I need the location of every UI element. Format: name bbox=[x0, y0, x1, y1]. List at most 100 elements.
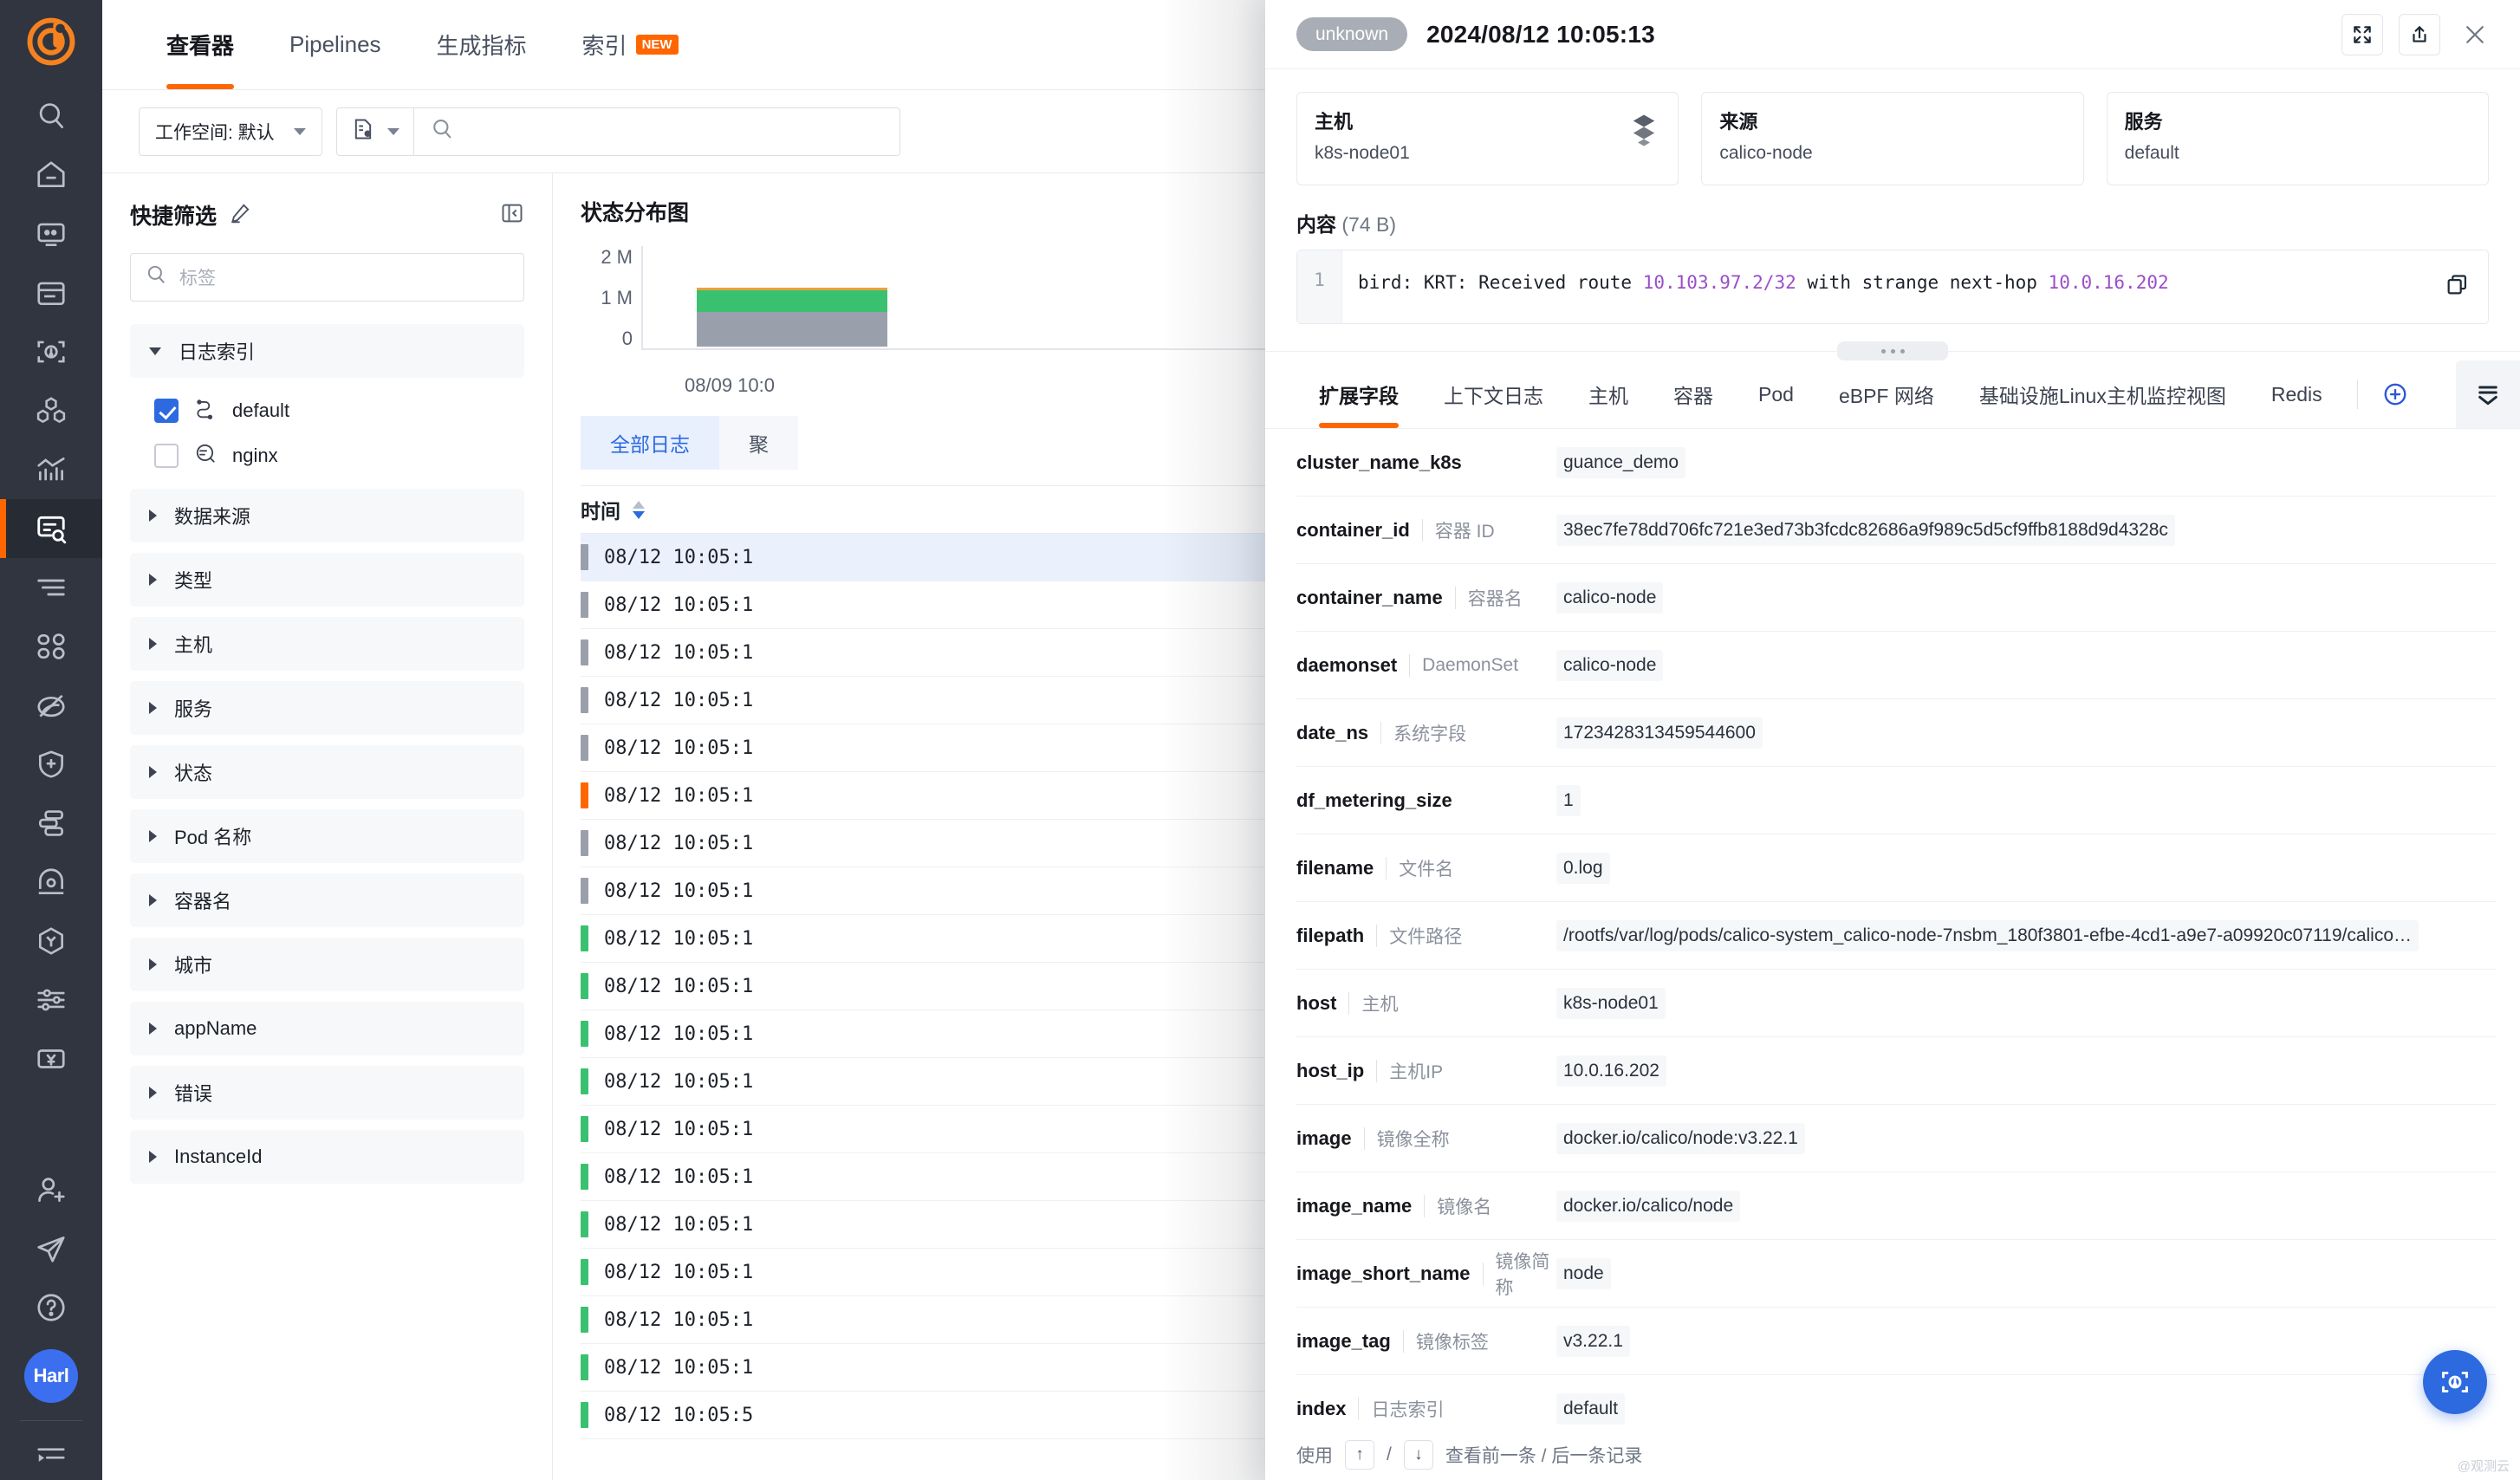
tab-generate-metrics[interactable]: 生成指标 bbox=[409, 0, 555, 89]
field-row[interactable]: filepath 文件路径/rootfs/var/log/pods/calico-… bbox=[1296, 902, 2496, 970]
close-button[interactable] bbox=[2456, 16, 2494, 54]
field-value[interactable]: docker.io/calico/node:v3.22.1 bbox=[1556, 1122, 1805, 1154]
filter-group-8[interactable]: appName bbox=[130, 1002, 524, 1055]
field-value[interactable]: guance_demo bbox=[1556, 446, 1686, 478]
rail-item-metrics[interactable] bbox=[0, 440, 102, 499]
field-row[interactable]: host 主机 k8s-node01 bbox=[1296, 970, 2496, 1038]
sort-toggle[interactable] bbox=[633, 500, 645, 519]
tab-aggregate[interactable]: 聚 bbox=[719, 416, 798, 470]
add-circle-icon[interactable] bbox=[2370, 381, 2420, 407]
filter-group-5[interactable]: Pod 名称 bbox=[130, 809, 524, 863]
field-value[interactable]: 1723428313459544600 bbox=[1556, 717, 1763, 749]
workspace-select[interactable]: 工作空间: 默认 bbox=[139, 107, 322, 156]
field-value[interactable]: 1 bbox=[1556, 784, 1581, 816]
tab-all-logs[interactable]: 全部日志 bbox=[581, 416, 719, 470]
rail-item-infrastructure[interactable] bbox=[0, 381, 102, 440]
field-value[interactable]: 10.0.16.202 bbox=[1556, 1055, 1666, 1087]
rail-item-integrations[interactable] bbox=[0, 912, 102, 970]
field-value[interactable]: /rootfs/var/log/pods/calico-system_calic… bbox=[1556, 919, 2419, 951]
copy-icon[interactable] bbox=[2438, 266, 2476, 304]
tag-search-input[interactable]: 标签 bbox=[130, 253, 524, 302]
field-row[interactable]: image_short_name 镜像简称 node bbox=[1296, 1240, 2496, 1308]
tab-pod[interactable]: Pod bbox=[1736, 360, 1816, 428]
rail-item-pipelines[interactable] bbox=[0, 794, 102, 853]
filter-group-log-index[interactable]: 日志索引 bbox=[130, 324, 524, 378]
filter-item-default[interactable]: default bbox=[130, 388, 524, 433]
search-input[interactable] bbox=[414, 108, 900, 155]
tab-context-logs[interactable]: 上下文日志 bbox=[1421, 360, 1566, 428]
tab-ebpf-network[interactable]: eBPF 网络 bbox=[1816, 360, 1957, 428]
filter-group-3[interactable]: 服务 bbox=[130, 681, 524, 735]
pencil-icon[interactable] bbox=[229, 202, 251, 229]
avatar[interactable]: Harl bbox=[24, 1349, 78, 1403]
expand-button[interactable] bbox=[2341, 13, 2383, 55]
rail-item-events[interactable] bbox=[0, 322, 102, 381]
tab-redis[interactable]: Redis bbox=[2249, 360, 2345, 428]
tab-linux-host-view[interactable]: 基础设施Linux主机监控视图 bbox=[1957, 360, 2249, 428]
filter-group-1[interactable]: 类型 bbox=[130, 553, 524, 607]
field-row[interactable]: daemonset DaemonSet calico-node bbox=[1296, 632, 2496, 700]
tab-index[interactable]: 索引 NEW bbox=[555, 0, 706, 89]
rail-item-help[interactable] bbox=[0, 1278, 102, 1337]
filter-group-9[interactable]: 错误 bbox=[130, 1066, 524, 1120]
key-up-icon[interactable]: ↑ bbox=[1345, 1439, 1374, 1470]
panel-resize-handle[interactable] bbox=[1265, 341, 2520, 361]
field-row[interactable]: date_ns 系统字段 1723428313459544600 bbox=[1296, 699, 2496, 768]
filter-group-10[interactable]: InstanceId bbox=[130, 1130, 524, 1184]
field-value[interactable]: v3.22.1 bbox=[1556, 1325, 1630, 1357]
tab-viewer[interactable]: 查看器 bbox=[139, 0, 262, 89]
rail-item-synthetic[interactable] bbox=[0, 853, 102, 912]
filter-group-2[interactable]: 主机 bbox=[130, 617, 524, 671]
checkbox-nginx[interactable] bbox=[154, 444, 179, 468]
tab-host[interactable]: 主机 bbox=[1566, 360, 1651, 428]
rail-item-manage[interactable] bbox=[0, 970, 102, 1029]
field-value[interactable]: 38ec7fe78dd706fc721e3ed73b3fcdc82686a9f9… bbox=[1556, 514, 2175, 546]
rail-item-apps[interactable] bbox=[0, 617, 102, 676]
field-row[interactable]: container_id 容器 ID 38ec7fe78dd706fc721e3ed… bbox=[1296, 497, 2496, 565]
tabs-more-icon[interactable] bbox=[2456, 360, 2520, 429]
panel-collapse-icon[interactable] bbox=[500, 201, 524, 230]
field-value[interactable]: k8s-node01 bbox=[1556, 987, 1666, 1019]
rail-item-invite[interactable] bbox=[0, 1160, 102, 1219]
field-row[interactable]: host_ip 主机IP 10.0.16.202 bbox=[1296, 1037, 2496, 1106]
field-value[interactable]: docker.io/calico/node bbox=[1556, 1190, 1741, 1222]
guance-logo[interactable] bbox=[25, 16, 77, 68]
field-value[interactable]: node bbox=[1556, 1257, 1611, 1289]
filter-group-7[interactable]: 城市 bbox=[130, 938, 524, 991]
field-row[interactable]: image 镜像全称 docker.io/calico/node:v3.22.1 bbox=[1296, 1105, 2496, 1173]
field-row[interactable]: filename 文件名 0.log bbox=[1296, 834, 2496, 903]
code-line[interactable]: bird: KRT: Received route 10.103.97.2/32… bbox=[1342, 250, 2488, 323]
field-value[interactable]: calico-node bbox=[1556, 649, 1664, 681]
rail-item-billing[interactable] bbox=[0, 1029, 102, 1088]
key-down-icon[interactable]: ↓ bbox=[1403, 1439, 1433, 1470]
checkbox-default[interactable] bbox=[154, 399, 179, 423]
field-value[interactable]: default bbox=[1556, 1392, 1626, 1425]
rail-item-home[interactable] bbox=[0, 146, 102, 204]
tab-extended-fields[interactable]: 扩展字段 bbox=[1296, 360, 1421, 429]
field-row[interactable]: index 日志索引 default bbox=[1296, 1375, 2496, 1429]
share-button[interactable] bbox=[2399, 13, 2440, 55]
field-row[interactable]: image_name 镜像名 docker.io/calico/node bbox=[1296, 1172, 2496, 1241]
tab-container[interactable]: 容器 bbox=[1651, 360, 1736, 428]
filter-group-4[interactable]: 状态 bbox=[130, 745, 524, 799]
log-source-select[interactable] bbox=[337, 107, 414, 155]
rail-item-dashboard[interactable] bbox=[0, 204, 102, 263]
assistant-fab[interactable] bbox=[2423, 1350, 2487, 1414]
rail-item-feedback[interactable] bbox=[0, 1219, 102, 1278]
rail-item-notebook[interactable] bbox=[0, 263, 102, 322]
field-value[interactable]: 0.log bbox=[1556, 852, 1610, 884]
filter-group-0[interactable]: 数据来源 bbox=[130, 489, 524, 542]
rail-item-logs[interactable] bbox=[0, 499, 102, 558]
tab-pipelines[interactable]: Pipelines bbox=[262, 0, 409, 89]
field-row[interactable]: df_metering_size 1 bbox=[1296, 767, 2496, 835]
rail-item-security[interactable] bbox=[0, 735, 102, 794]
field-row[interactable]: container_name 容器名 calico-node bbox=[1296, 564, 2496, 633]
rail-item-tracing[interactable] bbox=[0, 558, 102, 617]
rail-item-search[interactable] bbox=[0, 87, 102, 146]
field-value[interactable]: calico-node bbox=[1556, 581, 1664, 613]
rail-item-rum[interactable] bbox=[0, 676, 102, 735]
collapse-menu-icon[interactable] bbox=[0, 1430, 102, 1480]
filter-group-6[interactable]: 容器名 bbox=[130, 873, 524, 927]
chart-bar[interactable] bbox=[697, 288, 887, 347]
field-row[interactable]: image_tag 镜像标签 v3.22.1 bbox=[1296, 1308, 2496, 1376]
